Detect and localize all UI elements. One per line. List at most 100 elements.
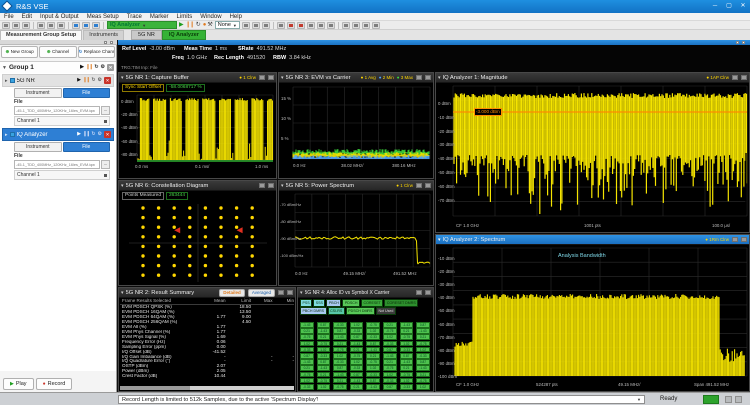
record-icon[interactable]: ● bbox=[203, 22, 206, 29]
record-button[interactable]: ●Record bbox=[36, 378, 73, 390]
trace-math-icon[interactable] bbox=[327, 22, 335, 29]
collapse-icon[interactable]: ▾ bbox=[438, 237, 441, 243]
panel-alloc-id[interactable]: ▾ 5G NR 4: Alloc ID vs Symbol X Carrier … bbox=[297, 287, 434, 392]
iq-magnitude-plot[interactable]: 0 dBm-10 dBm-20 dBm-30 dBm-40 dBm-50 dBm… bbox=[436, 83, 749, 232]
play-button[interactable]: ▶Play bbox=[3, 378, 34, 390]
maximize-icon[interactable]: ▢ bbox=[722, 1, 736, 12]
trace-select-dropdown[interactable]: None▼ bbox=[215, 21, 240, 29]
delete-icon[interactable] bbox=[268, 75, 274, 80]
toggle-file[interactable]: File bbox=[63, 88, 111, 98]
pause-icon[interactable]: ❙❙ bbox=[83, 78, 89, 83]
channel-row[interactable]: Channel 1 bbox=[14, 116, 110, 126]
panel-iq-magnitude[interactable]: ▾ IQ Analyzer 1: Magnitude ● 1AP Clrw 0 … bbox=[435, 72, 750, 233]
menu-limits[interactable]: Limits bbox=[173, 14, 197, 20]
gear-icon[interactable]: ⚙ bbox=[98, 132, 102, 137]
save-icon[interactable] bbox=[22, 22, 30, 29]
channel-item-iq-analyzer[interactable]: ▸IQ Analyzer▶❙❙↻⚙✕ bbox=[2, 128, 114, 141]
collapse-icon[interactable]: ▾ bbox=[281, 75, 284, 81]
zoom-off-icon[interactable] bbox=[277, 22, 285, 29]
toggle-instrument[interactable]: Instrument bbox=[14, 142, 62, 152]
file-path-field[interactable]: -45-1_TDD_400MHz_120KHz_16les_EVM.iqw bbox=[14, 160, 100, 169]
play-icon[interactable]: ▶ bbox=[179, 22, 184, 29]
refresh-icon[interactable]: ↻ bbox=[94, 65, 98, 70]
sidebar-close-icon[interactable] bbox=[110, 41, 113, 44]
file-path-field[interactable]: -45-1_TDD_400MHz_120KHz_16les_EVM.iqw bbox=[14, 106, 100, 115]
close-group-icon[interactable]: ✕ bbox=[107, 64, 114, 71]
toggle-file[interactable]: File bbox=[63, 142, 111, 152]
pause-icon[interactable]: ❙❙ bbox=[83, 132, 89, 137]
min-search-icon[interactable] bbox=[317, 22, 325, 29]
view-tab-detailed[interactable]: Detailed bbox=[219, 289, 245, 297]
gear-icon[interactable]: ⚙ bbox=[101, 65, 105, 70]
display-icon[interactable] bbox=[92, 22, 100, 29]
tool-icon[interactable]: ⚒ bbox=[207, 22, 212, 29]
view-tab-averaged[interactable]: Averaged bbox=[248, 289, 275, 297]
collapse-icon[interactable]: ▾ bbox=[121, 75, 124, 81]
delete-icon[interactable] bbox=[425, 290, 431, 295]
delete-icon[interactable] bbox=[287, 290, 293, 295]
alloc-id-grid[interactable]: PSSSSSPBCHPDSCHCORESETCORESET DMRSPBCH D… bbox=[298, 298, 433, 391]
new-file-icon[interactable] bbox=[2, 22, 10, 29]
new-group-button[interactable]: ⊕ New Group bbox=[1, 46, 38, 58]
delete-icon[interactable] bbox=[425, 75, 431, 80]
horizontal-scrollbar[interactable] bbox=[120, 386, 294, 390]
play-icon[interactable]: ▶ bbox=[77, 78, 81, 83]
refresh-icon[interactable]: ↻ bbox=[196, 22, 201, 29]
tab-measurement-group-setup[interactable]: Measurement Group Setup bbox=[0, 30, 82, 40]
panel-constellation[interactable]: ▾ 5G NR 6: Constellation Diagram Points … bbox=[118, 180, 277, 286]
print-icon[interactable] bbox=[57, 22, 65, 29]
menu-help[interactable]: Help bbox=[226, 14, 246, 20]
minimize-icon[interactable]: ─ bbox=[708, 1, 722, 12]
iq-spectrum-plot[interactable]: -10 dBm-20 dBm-30 dBm-40 dBm-50 dBm-60 d… bbox=[436, 245, 749, 391]
refresh-icon[interactable]: ↻ bbox=[91, 132, 95, 137]
menu-window[interactable]: Window bbox=[196, 14, 225, 20]
delta-marker-icon[interactable] bbox=[297, 22, 305, 29]
collapse-icon[interactable]: ▾ bbox=[121, 290, 124, 296]
sidebar-undock-icon[interactable] bbox=[104, 41, 107, 44]
mdi-close-icon[interactable] bbox=[742, 41, 745, 44]
channel-tab-iq-analyzer[interactable]: IQ Analyzer bbox=[162, 30, 206, 40]
print-icon[interactable] bbox=[416, 290, 422, 295]
constellation-plot[interactable] bbox=[119, 200, 276, 285]
select-icon[interactable] bbox=[362, 22, 370, 29]
delete-icon[interactable] bbox=[425, 183, 431, 188]
delete-icon[interactable] bbox=[741, 237, 747, 242]
menu-input-output[interactable]: Input & Output bbox=[36, 14, 83, 20]
expander-icon[interactable]: ▸ bbox=[5, 132, 8, 138]
collapse-icon[interactable]: ▾ bbox=[438, 75, 441, 81]
print-icon[interactable] bbox=[416, 75, 422, 80]
collapse-icon[interactable]: ▾ bbox=[121, 183, 124, 189]
pause-icon[interactable]: ❙❙ bbox=[86, 65, 92, 70]
print-icon[interactable] bbox=[416, 183, 422, 188]
power-spectrum-plot[interactable]: -70 dBm/Hz-80 dBm/Hz-90 dBm/Hz-100 dBm/H… bbox=[279, 191, 433, 285]
import-icon[interactable] bbox=[37, 22, 45, 29]
panel-power-spectrum[interactable]: ▾ 5G NR 5: Power Spectrum ● 1 Clrw -70 d… bbox=[278, 180, 434, 286]
tab-instruments[interactable]: Instruments bbox=[83, 30, 124, 40]
channel-button[interactable]: ⊕ Channel bbox=[39, 46, 76, 58]
menu-marker[interactable]: Marker bbox=[146, 14, 173, 20]
channel-tab-5gnr[interactable]: 5G NR bbox=[131, 30, 162, 40]
channel-row[interactable]: Channel 1 bbox=[14, 170, 110, 180]
print-icon[interactable] bbox=[259, 183, 265, 188]
help-icon[interactable] bbox=[372, 22, 380, 29]
mdi-restore-icon[interactable] bbox=[736, 41, 739, 44]
print-icon[interactable] bbox=[732, 75, 738, 80]
menu-trace[interactable]: Trace bbox=[123, 14, 146, 20]
multi-marker-icon[interactable] bbox=[287, 22, 295, 29]
collapse-icon[interactable]: ▾ bbox=[300, 290, 303, 296]
panel-result-summary[interactable]: ▾ 5G NR 2: Result Summary Detailed Avera… bbox=[118, 287, 296, 392]
marker-to-peak-icon[interactable] bbox=[252, 22, 260, 29]
menu-edit[interactable]: Edit bbox=[18, 14, 36, 20]
panel-capture-buffer[interactable]: ▾ 5G NR 1: Capture Buffer ● 1 Clrw Sync … bbox=[118, 72, 277, 179]
layout-grid-icon[interactable] bbox=[72, 22, 80, 29]
browse-button[interactable]: ... bbox=[101, 160, 110, 169]
channel-item-5g-nr[interactable]: ▸5G NR▶❙❙↻⚙✕ bbox=[2, 74, 114, 87]
channel-select-dropdown[interactable]: IQ Analyzer▼ bbox=[107, 21, 177, 29]
close-channel-icon[interactable]: ✕ bbox=[104, 131, 111, 138]
print-icon[interactable] bbox=[259, 75, 265, 80]
play-icon[interactable]: ▶ bbox=[80, 65, 84, 70]
capture-icon[interactable] bbox=[342, 22, 350, 29]
open-file-icon[interactable] bbox=[12, 22, 20, 29]
expander-icon[interactable]: ▸ bbox=[5, 78, 8, 84]
print-icon[interactable] bbox=[732, 237, 738, 242]
